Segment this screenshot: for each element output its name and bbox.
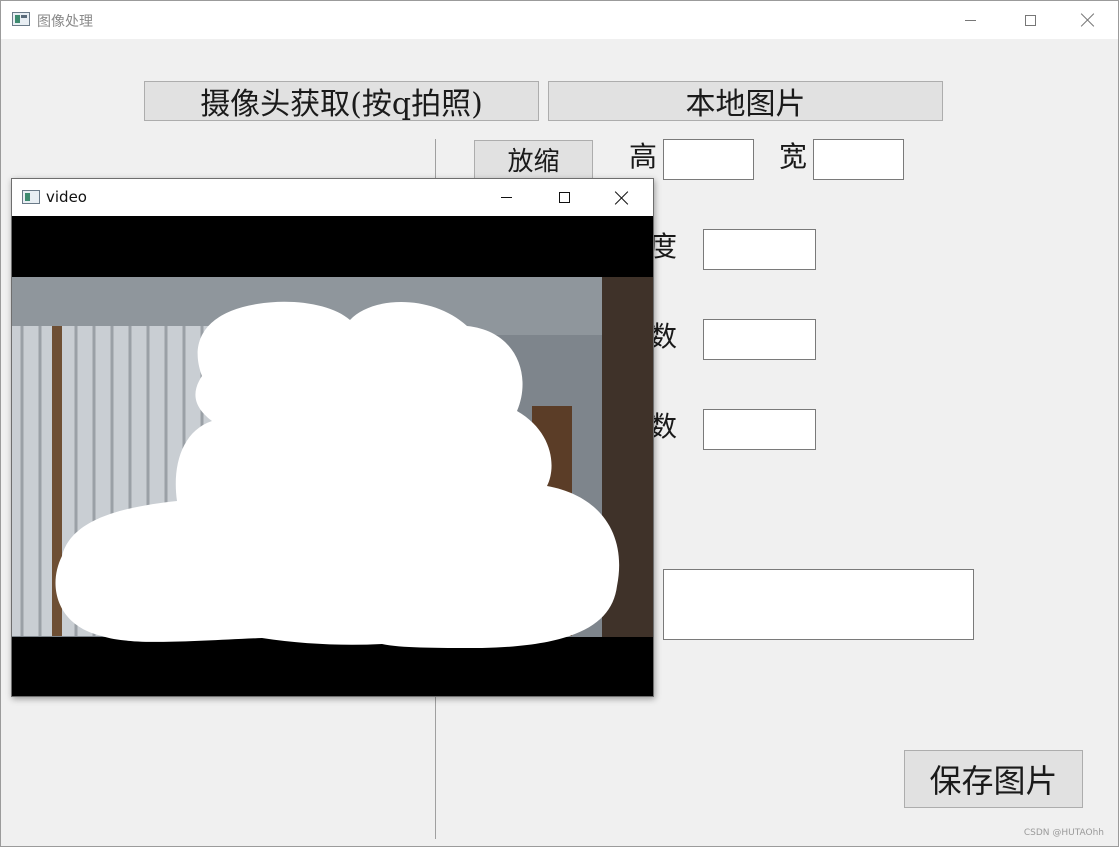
video-feed <box>12 216 653 696</box>
video-title-bar[interactable]: video <box>12 179 653 216</box>
video-close-button[interactable] <box>599 179 645 216</box>
maximize-button[interactable] <box>1007 1 1053 39</box>
height-input[interactable] <box>663 139 754 180</box>
text-input-area[interactable] <box>663 569 974 640</box>
window-title: 图像处理 <box>37 14 93 30</box>
local-image-button[interactable]: 本地图片 <box>548 81 943 122</box>
param-input-1[interactable] <box>703 229 816 270</box>
video-window-title: video <box>46 188 87 206</box>
save-image-button[interactable]: 保存图片 <box>904 750 1083 808</box>
close-button[interactable] <box>1065 1 1111 39</box>
camera-capture-button[interactable]: 摄像头获取(按q拍照) <box>144 81 539 122</box>
close-icon <box>1081 13 1095 27</box>
zoom-button[interactable]: 放缩 <box>474 140 593 179</box>
title-bar[interactable]: 图像处理 <box>1 1 1118 39</box>
video-window[interactable]: video <box>11 178 654 697</box>
minimize-icon <box>500 197 512 198</box>
param-input-2[interactable] <box>703 319 816 360</box>
watermark: CSDN @HUTAOhh <box>1023 828 1104 838</box>
video-minimize-button[interactable] <box>483 179 529 216</box>
param-input-3[interactable] <box>703 409 816 450</box>
close-icon <box>615 191 629 205</box>
maximize-icon <box>1024 14 1036 26</box>
height-label: 高 <box>629 140 658 173</box>
video-maximize-button[interactable] <box>541 179 587 216</box>
maximize-icon <box>558 192 570 203</box>
video-app-icon <box>22 190 40 204</box>
width-label: 宽 <box>779 140 808 173</box>
app-icon <box>12 12 30 26</box>
minimize-button[interactable] <box>947 1 993 39</box>
width-input[interactable] <box>813 139 904 180</box>
minimize-icon <box>964 19 976 21</box>
